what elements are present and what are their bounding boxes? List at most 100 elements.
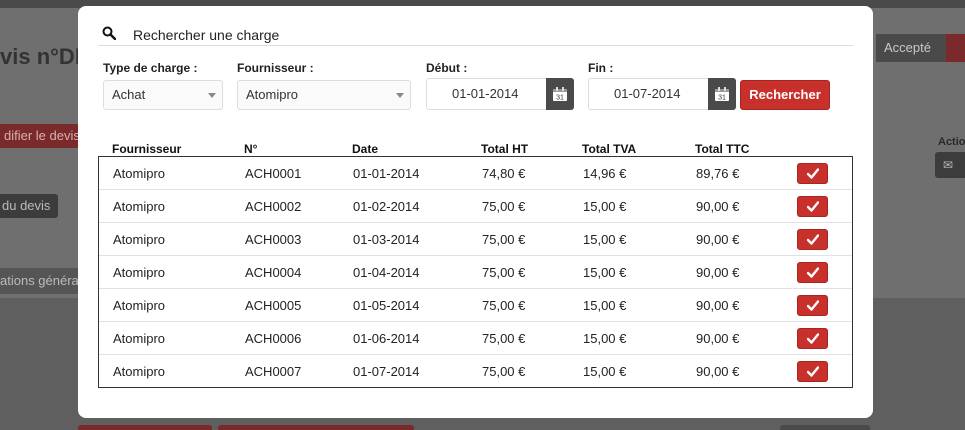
table-row: Atomipro ACH0002 01-02-2014 75,00 € 15,0… (99, 190, 852, 223)
calendar-icon: 31 (715, 87, 729, 102)
table-header: Fournisseur N° Date Total HT Total TVA T… (98, 140, 853, 156)
cell-number: ACH0006 (245, 331, 302, 346)
cell-supplier: Atomipro (113, 364, 166, 379)
cell-total-ht: 75,00 € (482, 265, 526, 280)
cell-date: 01-03-2014 (353, 232, 420, 247)
column-header-number: N° (244, 142, 258, 156)
cell-number: ACH0003 (245, 232, 302, 247)
status-step-next (946, 34, 965, 62)
cell-total-ht: 75,00 € (482, 199, 526, 214)
general-info-tab: ations généra (0, 268, 82, 294)
cell-number: ACH0002 (245, 199, 302, 214)
search-button[interactable]: Rechercher (740, 80, 830, 110)
svg-text:31: 31 (556, 95, 564, 102)
check-icon (807, 168, 819, 179)
cell-total-ht: 75,00 € (482, 298, 526, 313)
cell-number: ACH0007 (245, 364, 302, 379)
cell-supplier: Atomipro (113, 166, 166, 181)
status-step-accepted: Accepté (876, 34, 956, 62)
select-charge-button[interactable] (797, 229, 828, 250)
column-header-date: Date (352, 142, 379, 156)
check-icon (807, 333, 819, 344)
start-date-label: Début : (426, 61, 468, 75)
search-charge-modal: Rechercher une charge Type de charge : A… (78, 6, 873, 418)
cell-total-ttc: 90,00 € (696, 364, 740, 379)
check-icon (807, 267, 819, 278)
column-header-total-ttc: Total TTC (695, 142, 750, 156)
select-charge-button[interactable] (797, 262, 828, 283)
charge-type-label: Type de charge : (103, 61, 198, 75)
cell-total-tva: 15,00 € (583, 364, 627, 379)
column-header-supplier: Fournisseur (112, 142, 182, 156)
supplier-label: Fournisseur : (237, 61, 314, 75)
end-date-input[interactable]: 01-07-2014 (588, 78, 710, 110)
cell-total-ht: 75,00 € (482, 331, 526, 346)
table-row: Atomipro ACH0003 01-03-2014 75,00 € 15,0… (99, 223, 852, 256)
chevron-down-icon (208, 93, 216, 98)
table-row: Atomipro ACH0005 01-05-2014 75,00 € 15,0… (99, 289, 852, 322)
select-charge-button[interactable] (797, 295, 828, 316)
cell-total-tva: 15,00 € (583, 232, 627, 247)
start-date-calendar-button[interactable]: 31 (546, 78, 574, 110)
cell-supplier: Atomipro (113, 331, 166, 346)
cell-date: 01-06-2014 (353, 331, 420, 346)
charges-table: Atomipro ACH0001 01-01-2014 74,80 € 14,9… (98, 156, 853, 388)
table-row: Atomipro ACH0006 01-06-2014 75,00 € 15,0… (99, 322, 852, 355)
cell-supplier: Atomipro (113, 232, 166, 247)
cell-total-tva: 15,00 € (583, 265, 627, 280)
charge-type-select[interactable]: Achat (103, 80, 223, 110)
bottom-button-1 (78, 425, 212, 430)
cell-total-tva: 14,96 € (583, 166, 627, 181)
cell-total-tva: 15,00 € (583, 298, 627, 313)
cell-total-ttc: 90,00 € (696, 331, 740, 346)
select-charge-button[interactable] (797, 328, 828, 349)
cell-date: 01-07-2014 (353, 364, 420, 379)
check-icon (807, 201, 819, 212)
actions-label: Actio (938, 136, 965, 148)
start-date-input[interactable]: 01-01-2014 (426, 78, 548, 110)
search-icon (102, 26, 116, 40)
cell-date: 01-05-2014 (353, 298, 420, 313)
end-date-label: Fin : (588, 61, 614, 75)
column-header-total-tva: Total TVA (582, 142, 637, 156)
cell-number: ACH0001 (245, 166, 302, 181)
supplier-select[interactable]: Atomipro (237, 80, 411, 110)
cell-total-ttc: 90,00 € (696, 265, 740, 280)
cell-total-ht: 74,80 € (482, 166, 526, 181)
cell-number: ACH0004 (245, 265, 302, 280)
column-header-total-ht: Total HT (481, 142, 529, 156)
bottom-button-2 (218, 425, 414, 430)
modal-title: Rechercher une charge (133, 27, 280, 43)
cell-supplier: Atomipro (113, 199, 166, 214)
check-icon (807, 300, 819, 311)
check-icon (807, 234, 819, 245)
page-title: vis n°DE (0, 44, 90, 69)
mail-icon: ✉ (943, 158, 954, 172)
table-row: Atomipro ACH0001 01-01-2014 74,80 € 14,9… (99, 157, 852, 190)
cell-total-tva: 15,00 € (583, 331, 627, 346)
calendar-icon: 31 (553, 87, 567, 102)
check-icon (807, 366, 819, 377)
chevron-down-icon (396, 93, 404, 98)
supplier-value: Atomipro (246, 87, 299, 102)
cell-number: ACH0005 (245, 298, 302, 313)
cell-date: 01-04-2014 (353, 265, 420, 280)
cell-supplier: Atomipro (113, 298, 166, 313)
cell-total-ht: 75,00 € (482, 364, 526, 379)
select-charge-button[interactable] (797, 196, 828, 217)
bottom-button-3 (780, 425, 870, 430)
charge-type-value: Achat (112, 87, 146, 102)
table-row: Atomipro ACH0004 01-04-2014 75,00 € 15,0… (99, 256, 852, 289)
select-charge-button[interactable] (797, 361, 828, 382)
quote-button: du devis (0, 194, 58, 218)
cell-total-ttc: 90,00 € (696, 298, 740, 313)
mail-button: ✉ (935, 152, 965, 178)
cell-total-tva: 15,00 € (583, 199, 627, 214)
cell-supplier: Atomipro (113, 265, 166, 280)
cell-total-ttc: 90,00 € (696, 199, 740, 214)
cell-total-ttc: 89,76 € (696, 166, 740, 181)
cell-total-ht: 75,00 € (482, 232, 526, 247)
select-charge-button[interactable] (797, 163, 828, 184)
end-date-calendar-button[interactable]: 31 (708, 78, 736, 110)
modal-header: Rechercher une charge (98, 24, 853, 46)
